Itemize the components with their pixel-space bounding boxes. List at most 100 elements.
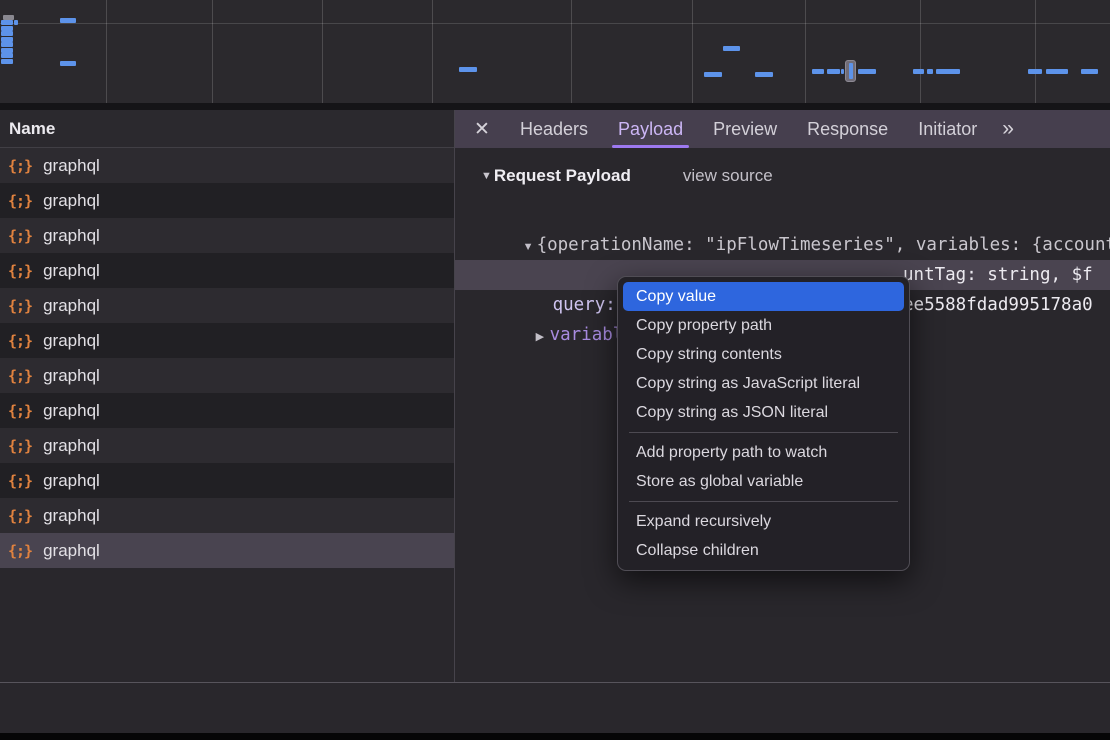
close-icon[interactable]: ✕ (469, 118, 495, 141)
request-timing-bar[interactable] (1081, 69, 1098, 74)
request-timing-bar[interactable] (14, 20, 18, 25)
selected-request-marker (845, 60, 856, 82)
window-bottom-edge (0, 733, 1110, 740)
request-timing-bar[interactable] (1028, 69, 1042, 74)
overview-gridline (322, 0, 323, 103)
name-column-header[interactable]: Name (0, 110, 454, 148)
menu-item-copy-string-as-json-literal[interactable]: Copy string as JSON literal (618, 398, 909, 427)
request-timing-bar[interactable] (827, 69, 840, 74)
menu-item-copy-string-as-javascript-literal[interactable]: Copy string as JavaScript literal (618, 369, 909, 398)
request-timing-bar[interactable] (1046, 69, 1068, 74)
summary-bar (0, 682, 1110, 733)
request-timing-bar[interactable] (913, 69, 924, 74)
request-name-label: graphql (43, 156, 100, 176)
overview-gridline (692, 0, 693, 103)
menu-item-copy-string-contents[interactable]: Copy string contents (618, 340, 909, 369)
menu-separator (629, 432, 898, 433)
request-timing-bar[interactable] (841, 69, 844, 74)
property-value-continued: untTag: string, $f (903, 260, 1093, 290)
request-row[interactable]: {;}graphql (0, 393, 454, 428)
request-payload-title: Request Payload (494, 166, 631, 186)
request-name-label: graphql (43, 401, 100, 421)
request-row[interactable]: {;} graphql (0, 323, 454, 358)
request-timing-bar[interactable] (755, 72, 773, 77)
json-request-icon: {;} (8, 332, 32, 350)
menu-separator (629, 501, 898, 502)
request-timing-bar[interactable] (1, 59, 13, 64)
menu-item-copy-property-path[interactable]: Copy property path (618, 311, 909, 340)
request-row[interactable]: {;} graphql (0, 288, 454, 323)
json-request-icon: {;} (8, 262, 32, 280)
request-timing-bar[interactable] (1, 20, 13, 25)
menu-item-expand-recursively[interactable]: Expand recursively (618, 507, 909, 536)
payload-operationname-row[interactable]: operationName: "ipFlowTimeseries" (455, 230, 1110, 260)
request-name-label: graphql (43, 191, 100, 211)
request-timing-bar[interactable] (1, 42, 13, 47)
section-collapse-triangle-icon[interactable]: ▼ (481, 170, 492, 182)
request-timing-bar[interactable] (936, 69, 960, 74)
more-tabs-icon[interactable]: » (992, 117, 1024, 141)
request-timing-bar[interactable] (459, 67, 477, 72)
request-row[interactable]: {;} graphql (0, 253, 454, 288)
collapsed-triangle-icon[interactable]: ▶ (536, 322, 550, 352)
payload-root-row[interactable]: ▼{operationName: "ipFlowTimeseries", var… (455, 200, 1110, 230)
request-timing-bar[interactable] (60, 18, 76, 23)
overview-gridline (106, 0, 107, 103)
menu-item-copy-value[interactable]: Copy value (623, 282, 904, 311)
json-request-icon: {;} (8, 157, 32, 175)
request-row[interactable]: {;}graphql (0, 498, 454, 533)
request-timing-bar[interactable] (858, 69, 876, 74)
request-timing-bar[interactable] (60, 61, 76, 66)
tab-preview[interactable]: Preview (698, 110, 792, 148)
network-overview[interactable] (0, 0, 1110, 103)
request-row[interactable]: {;} graphql (0, 183, 454, 218)
request-name-label: graphql (43, 506, 100, 526)
detail-tabbar: ✕ HeadersPayloadPreviewResponseInitiator… (455, 110, 1110, 148)
panel-splitter[interactable] (454, 110, 455, 733)
request-row[interactable]: {;} graphql (0, 533, 454, 568)
request-name-label: graphql (43, 471, 100, 491)
request-name-label: graphql (43, 296, 100, 316)
view-source-link[interactable]: view source (683, 166, 773, 186)
request-timing-bar[interactable] (1, 48, 13, 53)
name-column-label: Name (9, 119, 55, 138)
tab-initiator[interactable]: Initiator (903, 110, 992, 148)
request-timing-bar[interactable] (812, 69, 824, 74)
tabs-container: HeadersPayloadPreviewResponseInitiator (505, 110, 992, 148)
menu-item-collapse-children[interactable]: Collapse children (618, 536, 909, 565)
json-request-icon: {;} (8, 297, 32, 315)
request-timing-bar[interactable] (704, 72, 722, 77)
request-timing-bar[interactable] (1, 31, 13, 36)
request-name-label: graphql (43, 261, 100, 281)
tab-response[interactable]: Response (792, 110, 903, 148)
request-timing-bar[interactable] (1, 53, 13, 58)
overview-gridline (1035, 0, 1036, 103)
request-timing-bar[interactable] (1, 26, 13, 31)
request-name-label: graphql (43, 366, 100, 386)
request-name-label: graphql (43, 226, 100, 246)
request-name-label: graphql (43, 436, 100, 456)
menu-item-store-as-global-variable[interactable]: Store as global variable (618, 467, 909, 496)
request-timing-bar[interactable] (927, 69, 933, 74)
request-row[interactable]: {;}graphql (0, 463, 454, 498)
request-row[interactable]: {;}graphql (0, 358, 454, 393)
request-row[interactable]: {;}graphql (0, 428, 454, 463)
json-request-icon: {;} (8, 227, 32, 245)
overview-divider (0, 103, 1110, 110)
json-request-icon: {;} (8, 542, 32, 560)
property-value-continued: ee5588fdad995178a0 (903, 290, 1093, 320)
tab-payload[interactable]: Payload (603, 110, 698, 148)
context-menu: Copy valueCopy property pathCopy string … (617, 276, 910, 571)
request-row[interactable]: {;} graphql (0, 148, 454, 183)
request-name-label: graphql (43, 331, 100, 351)
overview-gridline (212, 0, 213, 103)
request-timing-bar[interactable] (723, 46, 740, 51)
menu-item-add-property-path-to-watch[interactable]: Add property path to watch (618, 438, 909, 467)
tab-headers[interactable]: Headers (505, 110, 603, 148)
overview-gridline (432, 0, 433, 103)
overview-gridline (0, 23, 1110, 24)
request-row[interactable]: {;} graphql (0, 218, 454, 253)
request-timing-bar[interactable] (1, 37, 13, 42)
json-request-icon: {;} (8, 192, 32, 210)
request-name-label: graphql (43, 541, 100, 561)
